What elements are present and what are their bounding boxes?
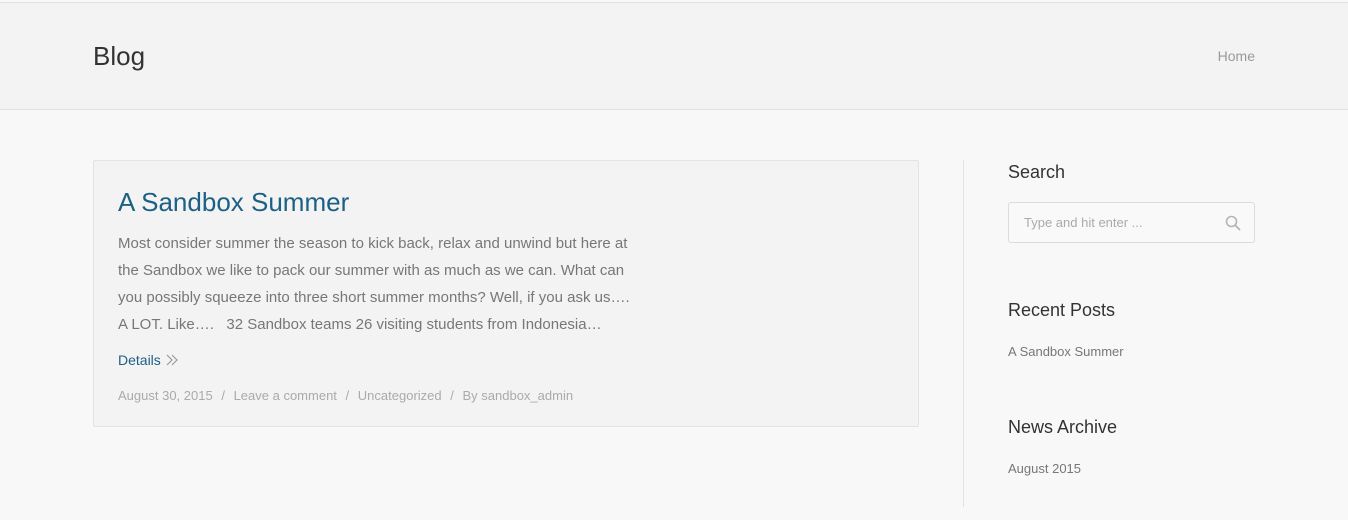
- page-title: Blog: [93, 41, 146, 71]
- search-icon[interactable]: [1225, 215, 1241, 231]
- post-title-link[interactable]: A Sandbox Summer: [118, 187, 349, 218]
- excerpt-line: you possibly squeeze into three short su…: [118, 289, 630, 306]
- excerpt-line: A LOT. Like…. 32 Sandbox teams 26 visiti…: [118, 316, 602, 333]
- details-link[interactable]: Details: [118, 352, 178, 368]
- leave-comment-link[interactable]: Leave a comment: [234, 388, 337, 403]
- archive-link[interactable]: August 2015: [1008, 461, 1081, 476]
- post-card: A Sandbox Summer Most consider summer th…: [93, 160, 919, 427]
- page-header: Blog Home: [0, 2, 1348, 110]
- author-link[interactable]: By sandbox_admin: [463, 388, 574, 403]
- breadcrumb-home-link[interactable]: Home: [1218, 48, 1255, 64]
- sidebar-divider: [963, 160, 964, 507]
- meta-separator: /: [450, 388, 454, 403]
- double-chevron-right-icon: [166, 354, 178, 366]
- news-archive-widget-title: News Archive: [1008, 417, 1118, 437]
- recent-post-link[interactable]: A Sandbox Summer: [1008, 344, 1124, 359]
- search-box: [1008, 202, 1255, 243]
- recent-posts-widget-title: Recent Posts: [1008, 300, 1116, 320]
- post-meta: August 30, 2015 / Leave a comment / Unca…: [118, 388, 573, 403]
- details-label: Details: [118, 352, 161, 368]
- post-date-link[interactable]: August 30, 2015: [118, 388, 213, 403]
- search-input[interactable]: [1009, 203, 1219, 242]
- post-excerpt: Most consider summer the season to kick …: [118, 230, 678, 338]
- search-widget-title: Search: [1008, 162, 1066, 182]
- meta-separator: /: [221, 388, 225, 403]
- meta-separator: /: [345, 388, 350, 403]
- category-link[interactable]: Uncategorized: [358, 388, 442, 403]
- excerpt-line: the Sandbox we like to pack our summer w…: [118, 262, 625, 279]
- excerpt-line: Most consider summer the season to kick …: [118, 235, 628, 252]
